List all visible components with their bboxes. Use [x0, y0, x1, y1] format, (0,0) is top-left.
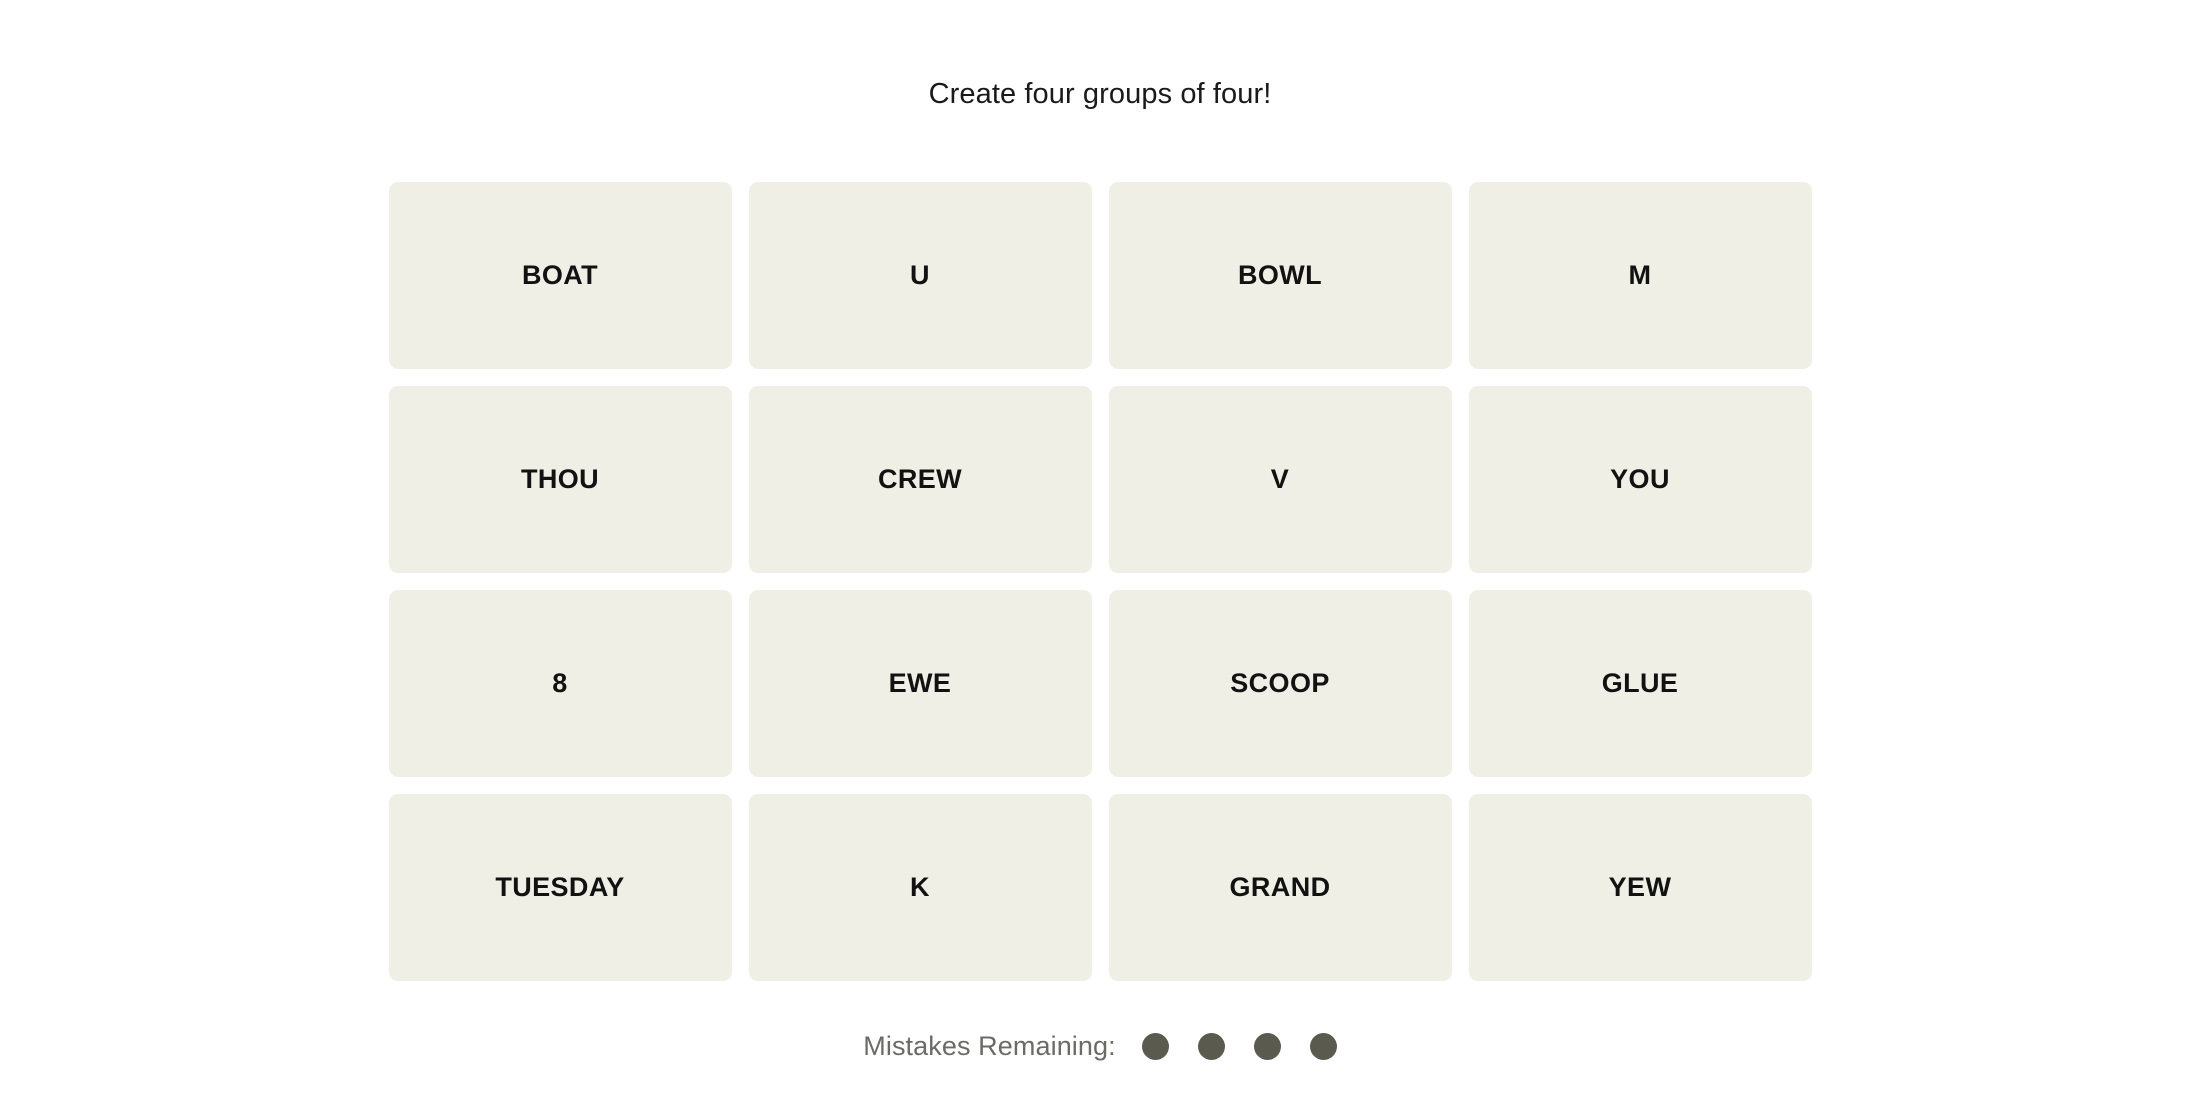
- connections-game: Create four groups of four! BOAT U BOWL M TH…: [0, 0, 2200, 1100]
- word-tile-label: TUESDAY: [495, 872, 625, 903]
- word-tile[interactable]: U: [748, 182, 1092, 370]
- word-tile-label: THOU: [520, 464, 600, 495]
- word-tile-label: V: [1270, 464, 1290, 495]
- word-tile[interactable]: K: [748, 794, 1092, 982]
- page-title: Create four groups of four!: [928, 78, 1272, 110]
- word-tile-label: YOU: [1610, 464, 1670, 495]
- mistake-dot: [1253, 1033, 1281, 1061]
- word-tile-label: U: [910, 260, 930, 291]
- word-tile[interactable]: BOAT: [388, 182, 732, 370]
- word-tile-label: 8: [552, 668, 568, 699]
- mistakes-dot-group: [1141, 1033, 1337, 1061]
- word-tile-label: CREW: [877, 464, 963, 495]
- word-tile-label: EWE: [888, 668, 952, 699]
- word-tile[interactable]: YOU: [1468, 386, 1812, 574]
- mistake-dot: [1141, 1033, 1169, 1061]
- word-tile-label: K: [910, 872, 930, 903]
- word-tile-label: GRAND: [1229, 872, 1331, 903]
- word-tile[interactable]: GLUE: [1468, 590, 1812, 778]
- mistakes-remaining-bar: Mistakes Remaining:: [863, 1031, 1337, 1062]
- word-tile-label: SCOOP: [1230, 668, 1330, 699]
- word-tile[interactable]: 8: [388, 590, 732, 778]
- word-tile[interactable]: CREW: [748, 386, 1092, 574]
- word-tile[interactable]: TUESDAY: [388, 794, 732, 982]
- word-tile[interactable]: M: [1468, 182, 1812, 370]
- word-tile[interactable]: V: [1108, 386, 1452, 574]
- word-tile-label: BOAT: [521, 260, 599, 291]
- word-tile[interactable]: SCOOP: [1108, 590, 1452, 778]
- word-tile-label: M: [1628, 260, 1652, 291]
- word-tile-label: YEW: [1608, 872, 1672, 903]
- word-tile[interactable]: EWE: [748, 590, 1092, 778]
- mistake-dot: [1197, 1033, 1225, 1061]
- word-tile-label: BOWL: [1237, 260, 1323, 291]
- word-tile[interactable]: THOU: [388, 386, 732, 574]
- word-tile[interactable]: BOWL: [1108, 182, 1452, 370]
- word-tile[interactable]: YEW: [1468, 794, 1812, 982]
- mistakes-remaining-label: Mistakes Remaining:: [863, 1031, 1116, 1062]
- mistake-dot: [1309, 1033, 1337, 1061]
- word-tile-label: GLUE: [1601, 668, 1679, 699]
- word-tile[interactable]: GRAND: [1108, 794, 1452, 982]
- word-tile-grid: BOAT U BOWL M THOU CREW V YOU 8 EWE SCOOP GLUE TUESD…: [388, 182, 1812, 982]
